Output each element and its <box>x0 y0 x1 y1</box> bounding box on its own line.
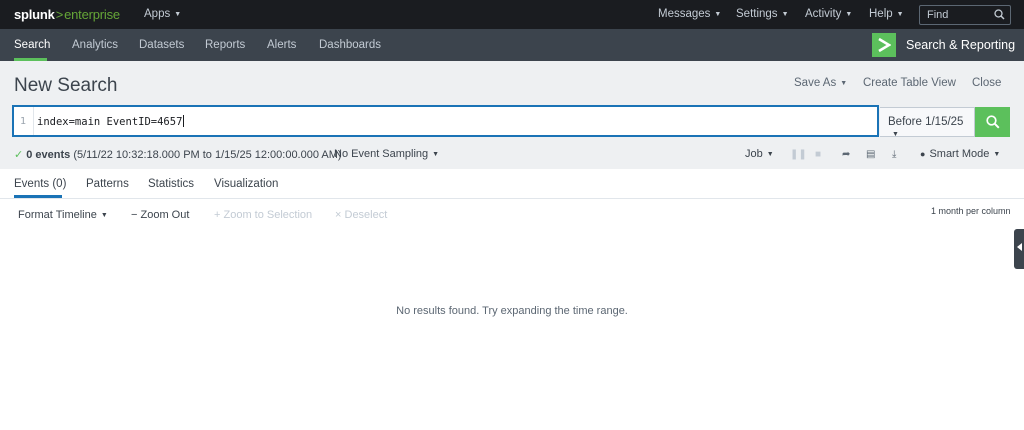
caret-down-icon: ▼ <box>781 11 789 18</box>
find-input[interactable]: Find <box>919 5 1011 25</box>
splunk-logo[interactable]: splunk>enterprise <box>14 7 120 22</box>
apps-menu[interactable]: Apps ▼ <box>144 8 181 20</box>
minus-icon: − <box>131 209 138 221</box>
activity-menu[interactable]: Activity ▼ <box>805 8 852 20</box>
close-button[interactable]: Close <box>972 77 1001 89</box>
settings-menu[interactable]: Settings ▼ <box>736 8 789 20</box>
search-status: ✓ 0 events (5/11/22 10:32:18.000 PM to 1/… <box>14 149 342 161</box>
close-icon: × <box>335 209 342 221</box>
create-table-view-button[interactable]: Create Table View <box>863 77 956 89</box>
zoom-out-button[interactable]: − Zoom Out <box>131 209 189 221</box>
zoom-to-selection-button[interactable]: + Zoom to Selection <box>214 209 312 221</box>
caret-down-icon: ▼ <box>840 80 848 87</box>
timeline-scale: 1 month per column <box>931 206 1011 216</box>
caret-down-icon: ▼ <box>892 131 899 138</box>
nav-reports[interactable]: Reports <box>205 39 245 51</box>
caret-down-icon: ▼ <box>100 212 108 219</box>
search-input[interactable]: 1 index=main EventID=4657 <box>12 105 879 137</box>
search-mode-dropdown[interactable]: ● Smart Mode ▼ <box>920 148 1000 160</box>
nav-dashboards[interactable]: Dashboards <box>319 39 381 51</box>
share-icon[interactable]: ➦ <box>842 149 850 160</box>
plus-icon: + <box>214 209 221 221</box>
messages-menu[interactable]: Messages ▼ <box>658 8 721 20</box>
checkmark-icon: ✓ <box>14 149 24 161</box>
tab-events[interactable]: Events (0) <box>14 178 66 190</box>
caret-down-icon: ▼ <box>896 11 904 18</box>
deselect-button[interactable]: × Deselect <box>335 209 387 221</box>
export-icon[interactable]: ⤓ <box>892 149 896 160</box>
caret-down-icon: ▼ <box>714 11 722 18</box>
nav-analytics[interactable]: Analytics <box>72 39 118 51</box>
app-icon <box>872 33 896 57</box>
caret-down-icon: ▼ <box>845 11 853 18</box>
caret-down-icon: ▼ <box>432 151 440 158</box>
run-search-button[interactable] <box>975 107 1010 137</box>
tab-visualization[interactable]: Visualization <box>214 178 278 190</box>
time-range-picker[interactable]: Before 1/15/25▼ <box>880 107 975 138</box>
gutter-divider <box>33 107 34 135</box>
stop-icon[interactable]: ■ <box>815 149 821 160</box>
nav-datasets[interactable]: Datasets <box>139 39 184 51</box>
nav-alerts[interactable]: Alerts <box>267 39 296 51</box>
tabs-divider <box>0 198 1024 199</box>
tab-statistics[interactable]: Statistics <box>148 178 194 190</box>
global-bar: splunk>enterprise Apps ▼ Messages ▼ Settin… <box>0 0 1024 29</box>
search-query-text[interactable]: index=main EventID=4657 <box>37 115 185 128</box>
search-icon <box>994 9 1005 20</box>
print-icon[interactable]: ▤ <box>866 149 875 160</box>
search-icon <box>985 115 1000 129</box>
app-name[interactable]: Search & Reporting <box>906 38 1015 52</box>
nav-search[interactable]: Search <box>14 39 50 51</box>
text-cursor <box>183 115 185 127</box>
tab-patterns[interactable]: Patterns <box>86 178 129 190</box>
chevron-right-icon <box>878 37 891 53</box>
caret-down-icon: ▼ <box>766 151 774 158</box>
no-results-message: No results found. Try expanding the time… <box>396 305 628 317</box>
help-menu[interactable]: Help ▼ <box>869 8 904 20</box>
caret-down-icon: ▼ <box>993 151 1001 158</box>
caret-down-icon: ▼ <box>174 11 182 18</box>
pause-icon[interactable]: ❚❚ <box>790 149 807 160</box>
save-as-button[interactable]: Save As ▼ <box>794 77 847 89</box>
event-sampling-dropdown[interactable]: No Event Sampling ▼ <box>334 148 439 160</box>
sidebar-toggle-handle[interactable] <box>1014 229 1024 269</box>
job-menu[interactable]: Job ▼ <box>745 148 774 160</box>
chevron-left-icon <box>1017 243 1022 251</box>
page-title: New Search <box>14 75 118 96</box>
format-timeline-dropdown[interactable]: Format Timeline ▼ <box>18 209 108 221</box>
line-number: 1 <box>20 116 27 127</box>
bulb-icon: ● <box>920 149 926 159</box>
